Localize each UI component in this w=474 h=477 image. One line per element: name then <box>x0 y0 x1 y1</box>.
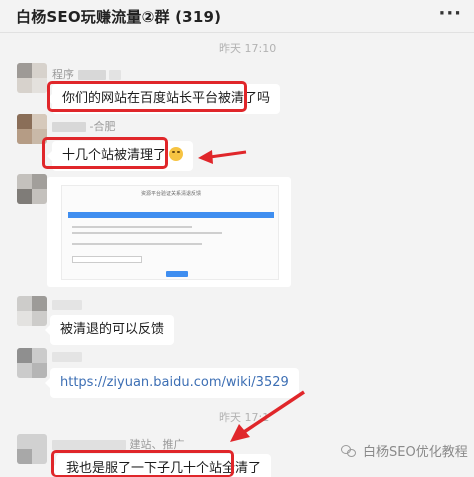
wechat-official-account-icon <box>341 444 357 458</box>
sender-name-text: 程序 <box>52 68 74 81</box>
screenshot-button <box>166 271 188 277</box>
sender-name-text: -合肥 <box>89 120 116 133</box>
blurred-name <box>109 70 121 80</box>
screenshot-line <box>72 226 192 228</box>
watermark-text: 白杨SEO优化教程 <box>363 445 468 460</box>
chat-header: 白杨SEO玩赚流量②群 (319) ··· <box>0 0 474 33</box>
screenshot-title: 资源平台验证关系清退反馈 <box>140 191 201 197</box>
sender-name <box>52 350 82 363</box>
watermark: 白杨SEO优化教程 <box>341 441 468 460</box>
group-title: 白杨SEO玩赚流量②群 (319) <box>16 8 222 26</box>
red-highlight-box <box>51 450 234 477</box>
image-message[interactable]: 资源平台验证关系清退反馈 <box>47 177 291 287</box>
screenshot-input <box>72 256 142 263</box>
red-highlight-box <box>42 137 168 169</box>
sender-name <box>52 298 82 311</box>
blurred-name <box>52 352 82 362</box>
avatar[interactable] <box>17 434 47 464</box>
blurred-name <box>52 122 86 132</box>
blurred-name <box>52 440 126 450</box>
blurred-name <box>77 70 106 80</box>
screenshot-line <box>72 232 222 234</box>
timestamp: 昨天 17:10 <box>219 42 277 55</box>
red-highlight-box <box>47 81 247 112</box>
sender-name: 程序 <box>52 66 121 82</box>
blurred-name <box>52 300 82 310</box>
red-arrow-icon <box>230 390 305 442</box>
avatar[interactable] <box>17 63 47 93</box>
screenshot-thumbnail: 资源平台验证关系清退反馈 <box>61 185 279 280</box>
screenshot-line <box>72 243 202 245</box>
sender-name: -合肥 <box>52 118 115 134</box>
avatar[interactable] <box>17 174 47 204</box>
more-options-icon[interactable]: ··· <box>438 3 462 24</box>
screenshot-banner <box>68 212 274 218</box>
avatar[interactable] <box>17 348 47 378</box>
message-bubble[interactable]: 被清退的可以反馈 <box>44 315 175 345</box>
red-arrow-icon <box>198 150 247 164</box>
sweat-smile-emoji-icon <box>169 147 184 161</box>
avatar[interactable] <box>17 296 47 326</box>
